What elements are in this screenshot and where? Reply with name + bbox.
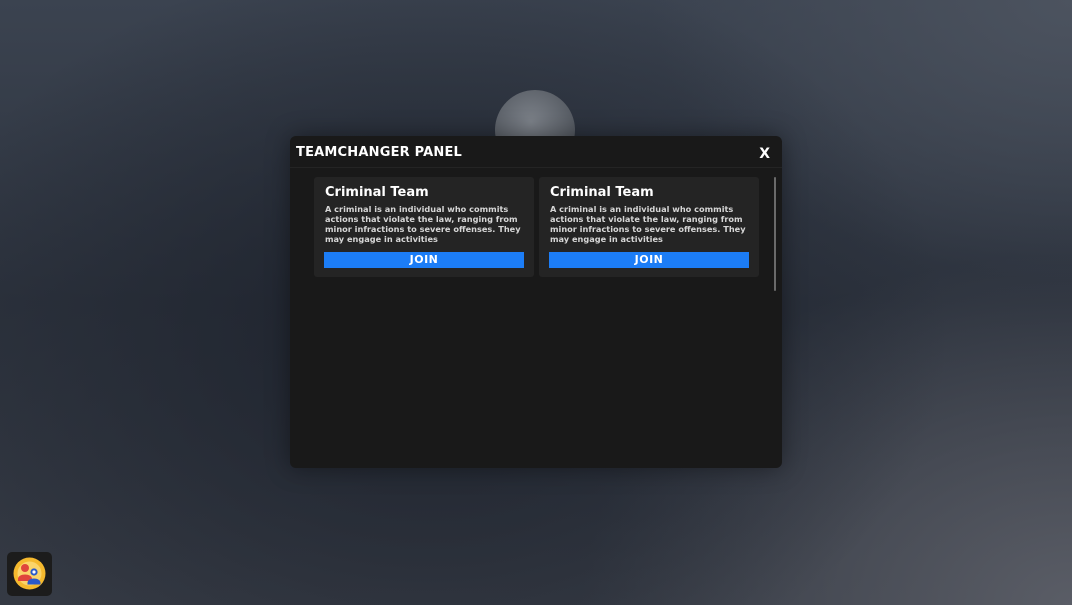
teamchanger-panel: TEAMCHANGER PANEL X Criminal Team A crim…: [290, 136, 782, 468]
team-name: Criminal Team: [550, 185, 654, 200]
join-button[interactable]: JOIN: [549, 252, 749, 268]
scrollbar[interactable]: [774, 177, 776, 291]
panel-header: TEAMCHANGER PANEL X: [290, 136, 782, 168]
team-description: A criminal is an individual who commits …: [325, 204, 521, 244]
team-description: A criminal is an individual who commits …: [550, 204, 746, 244]
team-users-icon: [13, 557, 46, 590]
join-button[interactable]: JOIN: [324, 252, 524, 268]
team-card: Criminal Team A criminal is an individua…: [539, 177, 759, 277]
team-card: Criminal Team A criminal is an individua…: [314, 177, 534, 277]
panel-title: TEAMCHANGER PANEL: [296, 145, 463, 160]
team-menu-button[interactable]: [7, 552, 52, 596]
close-button[interactable]: X: [759, 146, 770, 162]
team-card-list: Criminal Team A criminal is an individua…: [314, 177, 766, 292]
team-name: Criminal Team: [325, 185, 429, 200]
